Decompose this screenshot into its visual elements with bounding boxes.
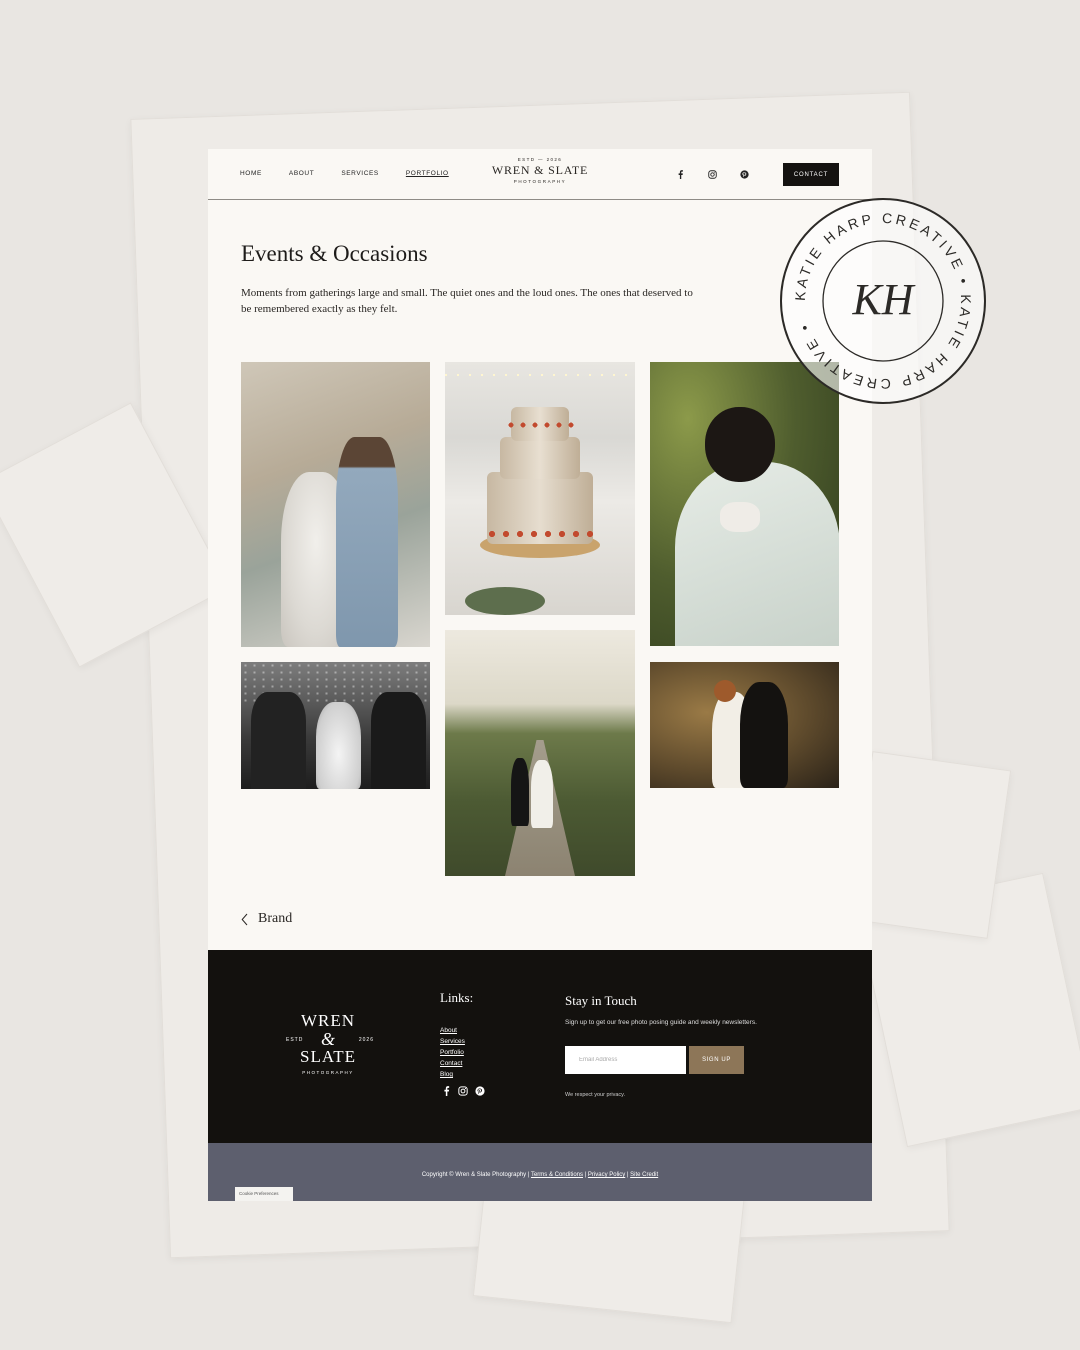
site-credit-link[interactable]: Site Credit <box>630 1172 658 1178</box>
gallery-photo-baby-shoes[interactable] <box>650 362 839 646</box>
footer-links-title: Links: <box>440 990 474 1005</box>
gallery-photo-cake[interactable] <box>445 362 635 615</box>
facebook-icon[interactable] <box>674 168 686 180</box>
site-footer: WREN & ESTD 2026 SLATE PHOTOGRAPHY Links… <box>208 950 872 1143</box>
terms-link[interactable]: Terms & Conditions <box>531 1172 583 1178</box>
facebook-icon[interactable] <box>440 1085 452 1097</box>
stamp-seal-icon: KATIE HARP CREATIVE • KATIE HARP CREATIV… <box>792 210 971 392</box>
footer-logo-year: 2026 <box>358 1037 374 1043</box>
email-field[interactable] <box>565 1046 686 1074</box>
footer-logo[interactable]: WREN & ESTD 2026 SLATE PHOTOGRAPHY <box>286 1011 373 1075</box>
footer-link-contact[interactable]: Contact <box>440 1058 465 1069</box>
back-link-label: Brand <box>258 911 293 926</box>
stamp-monogram: KH <box>851 275 915 324</box>
logo-sub: PHOTOGRAPHY <box>513 179 567 184</box>
footer-links: About Services Portfolio Contact Blog <box>440 1025 465 1080</box>
website-page: HOME ABOUT SERVICES PORTFOLIO ESTD — 202… <box>208 149 872 1201</box>
footer-logo-sub: PHOTOGRAPHY <box>302 1070 354 1075</box>
privacy-note: We respect your privacy. <box>565 1092 626 1098</box>
instagram-icon[interactable] <box>457 1085 469 1097</box>
copyright-text: Copyright © Wren & Slate Photography | <box>421 1172 530 1178</box>
pinterest-icon[interactable] <box>474 1085 486 1097</box>
logo-estd: ESTD — 2026 <box>517 157 563 162</box>
site-logo[interactable]: ESTD — 2026 WREN & SLATE PHOTOGRAPHY <box>208 157 872 184</box>
cookie-preferences-button[interactable]: Cookie Preferences <box>235 1187 293 1201</box>
site-header: HOME ABOUT SERVICES PORTFOLIO ESTD — 202… <box>208 149 872 200</box>
contact-button[interactable]: CONTACT <box>783 163 839 186</box>
newsletter-description: Sign up to get our free photo posing gui… <box>565 1019 757 1026</box>
footer-link-portfolio[interactable]: Portfolio <box>440 1047 465 1058</box>
background-photo-print <box>848 751 1012 939</box>
page-intro: Moments from gatherings large and small.… <box>241 287 693 315</box>
chevron-left-icon <box>241 913 248 925</box>
page-title: Events & Occasions <box>241 241 428 266</box>
privacy-policy-link[interactable]: Privacy Policy <box>588 1172 625 1178</box>
footer-logo-line1: WREN <box>300 1011 356 1030</box>
gallery-photo-countryside-walk[interactable] <box>445 630 635 876</box>
gallery-photo-ceremony[interactable] <box>241 362 430 647</box>
gallery-photo-couple-sunset[interactable] <box>650 662 839 788</box>
back-to-brand-link[interactable]: Brand <box>241 911 292 927</box>
footer-link-about[interactable]: About <box>440 1025 465 1036</box>
logo-name: WREN & SLATE <box>491 163 589 177</box>
footer-link-services[interactable]: Services <box>440 1036 465 1047</box>
sign-up-button[interactable]: SIGN UP <box>689 1046 744 1074</box>
gallery-photo-exit-bw[interactable] <box>241 662 430 789</box>
copyright-bar: Copyright © Wren & Slate Photography | T… <box>208 1143 872 1201</box>
instagram-icon[interactable] <box>706 168 718 180</box>
footer-link-blog[interactable]: Blog <box>440 1069 465 1080</box>
footer-logo-line2: SLATE <box>300 1047 356 1066</box>
footer-logo-estd: ESTD <box>286 1037 304 1043</box>
newsletter-title: Stay in Touch <box>565 993 637 1008</box>
pinterest-icon[interactable] <box>738 168 750 180</box>
designer-stamp: KATIE HARP CREATIVE • KATIE HARP CREATIV… <box>780 198 986 404</box>
